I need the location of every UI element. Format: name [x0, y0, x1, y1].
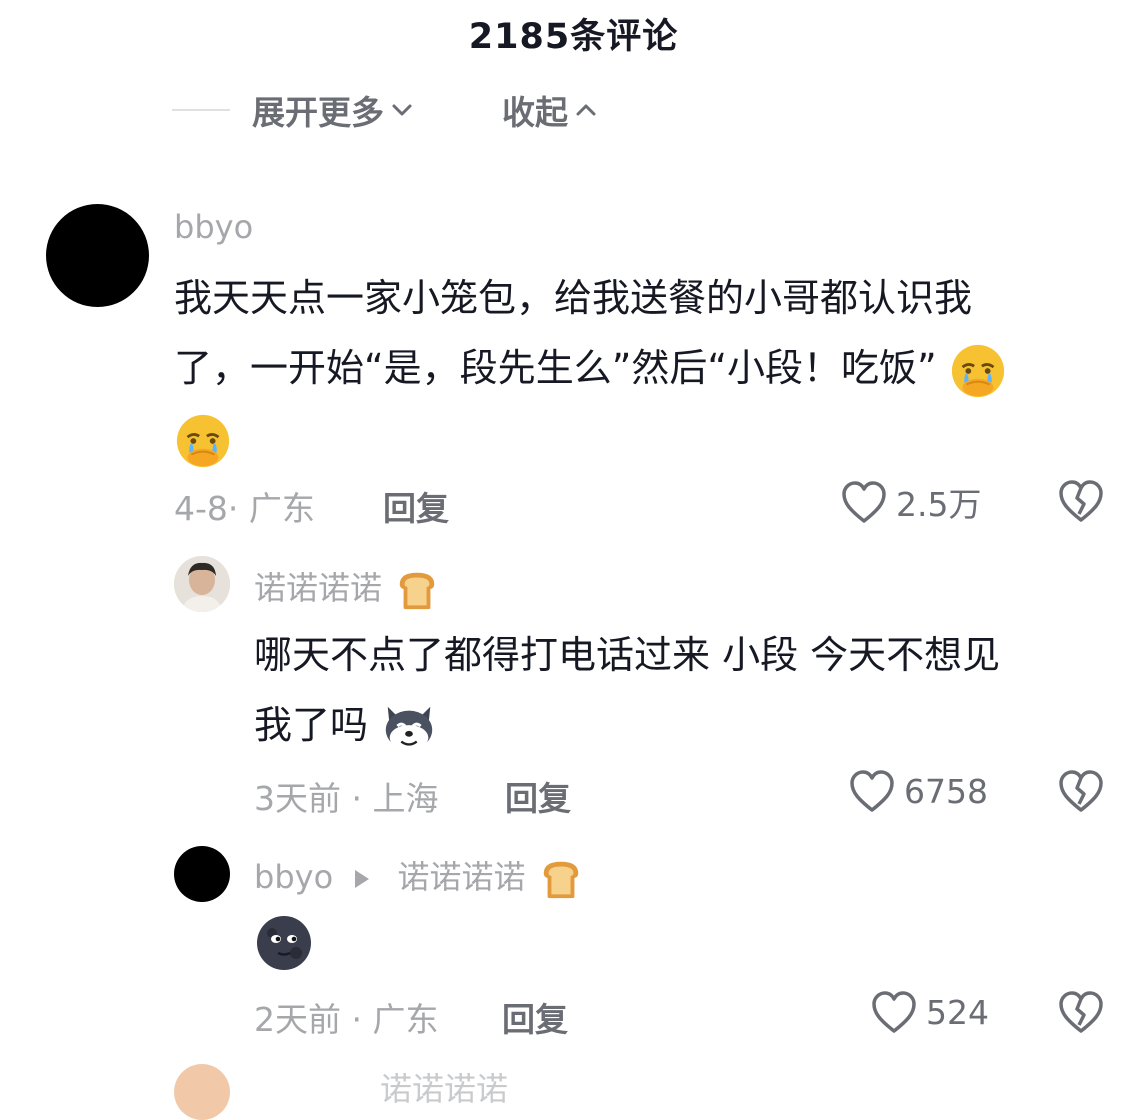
chevron-down-icon [390, 91, 414, 130]
reply-button[interactable]: 回复 [383, 482, 449, 530]
comment-username[interactable]: bbyo [174, 208, 253, 246]
divider-line [172, 109, 230, 111]
like-button[interactable]: 2.5万 [840, 478, 981, 526]
broken-heart-icon[interactable] [1057, 989, 1105, 1035]
reply-arrow-icon [355, 870, 370, 888]
new-moon-face-emoji [257, 916, 311, 970]
comment-text-line: 哪天不点了都得打电话过来 小段 今天不想见 [254, 633, 1001, 677]
husky-emoji [385, 706, 433, 750]
comment-text: 我天天点一家小笼包，给我送餐的小哥都认识我 了，一开始“是，段先生么”然后“小段… [174, 263, 1114, 473]
comment-emoji-line [174, 403, 1114, 473]
comment-text-line: 我了吗 [254, 703, 369, 747]
like-button[interactable]: 524 [870, 989, 989, 1035]
like-button[interactable]: 6758 [848, 768, 988, 814]
bread-emoji [399, 572, 435, 610]
like-count: 2.5万 [896, 485, 982, 524]
like-count: 524 [926, 992, 989, 1032]
avatar[interactable] [174, 556, 230, 612]
crying-face-emoji [176, 414, 230, 467]
reply-button[interactable]: 回复 [505, 772, 571, 820]
heart-icon [850, 770, 894, 812]
broken-heart-icon[interactable] [1057, 768, 1105, 814]
comment-meta: 3天前 · 上海 [254, 779, 439, 818]
crying-face-emoji [951, 344, 1004, 397]
heart-icon [872, 991, 916, 1033]
reply-to-username[interactable]: 诺诺诺诺 [397, 858, 525, 896]
reply-button[interactable]: 回复 [502, 993, 568, 1041]
bread-emoji [543, 861, 578, 899]
avatar[interactable] [46, 204, 149, 307]
comment-username[interactable]: 诺诺诺诺 [254, 569, 382, 607]
avatar[interactable] [174, 1064, 230, 1120]
expand-more-button[interactable]: 展开更多 [252, 86, 414, 134]
expand-more-label: 展开更多 [252, 93, 384, 132]
comment-username-row: bbyo 诺诺诺诺 [254, 852, 584, 902]
collapse-label: 收起 [502, 93, 568, 132]
collapse-button[interactable]: 收起 [502, 86, 598, 134]
comments-count-title: 2185条评论 [468, 17, 679, 57]
comment-username[interactable]: bbyo [254, 858, 333, 896]
comment-meta: 2天前 · 广东 [254, 1000, 439, 1039]
comment-meta: 4-8· 广东 [174, 489, 315, 528]
comment-text-line-wrap: 了，一开始“是，段先生么”然后“小段！吃饭” [174, 333, 1114, 403]
heart-icon [842, 481, 886, 523]
like-count: 6758 [904, 771, 988, 811]
comment-text-line: 我天天点一家小笼包，给我送餐的小哥都认识我 [174, 276, 973, 320]
replies-toggle-row: 展开更多 收起 [172, 80, 598, 140]
chevron-up-icon [574, 91, 598, 130]
comment-username[interactable]: 诺诺诺诺 [380, 1064, 508, 1110]
comment-text: 哪天不点了都得打电话过来 小段 今天不想见 我了吗 [254, 620, 1114, 760]
comment-username-row: 诺诺诺诺 [254, 563, 440, 613]
comment-text-line-wrap: 我了吗 [254, 690, 1114, 760]
avatar[interactable] [174, 846, 230, 902]
user-photo-icon [174, 556, 230, 612]
comment-text-line: 了，一开始“是，段先生么”然后“小段！吃饭” [174, 346, 937, 390]
broken-heart-icon[interactable] [1057, 478, 1105, 524]
